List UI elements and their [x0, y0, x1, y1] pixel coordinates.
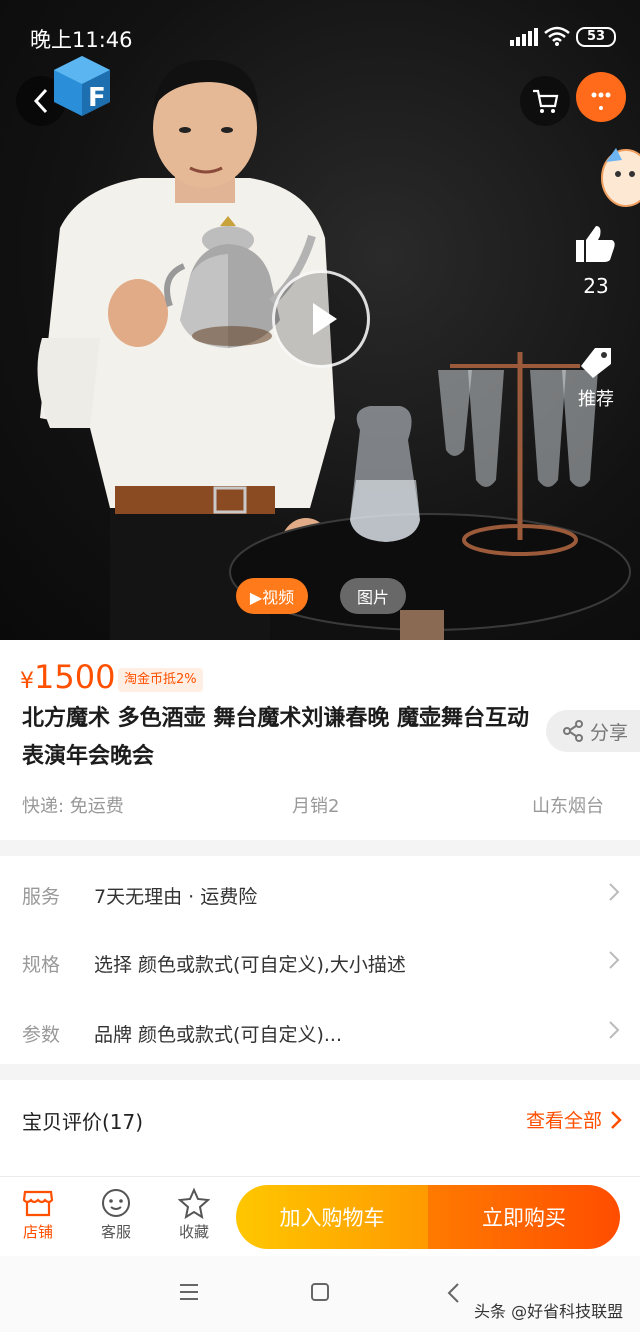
shipping-info: 快递: 免运费	[22, 796, 124, 817]
cart-icon	[533, 89, 559, 113]
thumbs-up-icon	[576, 226, 615, 262]
chevron-right-icon	[609, 883, 620, 901]
price: ¥1500	[20, 658, 115, 696]
row-value: 7天无理由 · 运费险	[94, 886, 258, 908]
price-value: 1500	[34, 658, 116, 696]
more-dots-icon	[591, 92, 611, 110]
star-icon	[178, 1187, 210, 1219]
view-all-label: 查看全部	[525, 1110, 602, 1132]
signal-icon	[510, 28, 538, 46]
favorite-label: 收藏	[178, 1223, 209, 1241]
shop-logo-icon: F	[54, 56, 110, 116]
shop-button[interactable]: 店铺	[8, 1185, 68, 1242]
share-icon	[563, 720, 583, 742]
row-value: 品牌 颜色或款式(可自定义)...	[94, 1024, 342, 1046]
chevron-right-icon	[609, 951, 620, 969]
service-row[interactable]: 服务 7天无理由 · 运费险	[0, 858, 640, 928]
share-button[interactable]: 分享	[546, 710, 640, 752]
row-label: 参数	[22, 1024, 61, 1046]
coin-discount-badge: 淘金币抵2%	[118, 668, 203, 692]
chat-face-icon	[102, 1189, 130, 1217]
svg-text:F: F	[88, 83, 106, 113]
battery-icon: 53	[576, 27, 616, 47]
wifi-icon	[544, 26, 570, 46]
review-title: 宝贝评价(17)	[22, 1110, 144, 1134]
share-label: 分享	[590, 721, 629, 744]
recommend-control[interactable]: 推荐	[566, 346, 626, 411]
monthly-sales: 月销2	[292, 796, 340, 817]
back-triangle-icon[interactable]	[446, 1282, 460, 1304]
product-media[interactable]: 晚上11:46 53 F 23 推荐 ▶视频 图片	[0, 0, 640, 640]
menu-icon[interactable]	[178, 1282, 200, 1302]
tab-video[interactable]: ▶视频	[236, 578, 308, 614]
tag-icon	[581, 348, 611, 378]
view-all-reviews-link[interactable]: 查看全部	[526, 1106, 622, 1133]
review-section: 宝贝评价(17) 查看全部	[0, 1080, 640, 1180]
play-video-button[interactable]	[272, 270, 370, 368]
like-count: 23	[583, 274, 609, 298]
currency-symbol: ¥	[20, 669, 34, 694]
more-button[interactable]	[576, 72, 626, 122]
row-value: 选择 颜色或款式(可自定义),大小描述	[94, 954, 406, 976]
chevron-right-icon	[611, 1110, 622, 1129]
row-label: 服务	[22, 886, 61, 908]
spec-row[interactable]: 规格 选择 颜色或款式(可自定义),大小描述	[0, 926, 640, 996]
like-control[interactable]: 23	[566, 222, 626, 298]
buy-now-button[interactable]: 立即购买	[428, 1185, 620, 1249]
add-to-cart-button[interactable]: 加入购物车	[236, 1185, 428, 1249]
watermark: 头条 @好省科技联盟	[474, 1302, 624, 1321]
shop-label: 店铺	[22, 1223, 53, 1241]
favorite-button[interactable]: 收藏	[164, 1185, 224, 1242]
shop-icon	[22, 1190, 54, 1217]
recommend-label: 推荐	[578, 389, 614, 410]
options-card: 服务 7天无理由 · 运费险 规格 选择 颜色或款式(可自定义),大小描述 参数…	[0, 856, 640, 1064]
params-row[interactable]: 参数 品牌 颜色或款式(可自定义)...	[0, 996, 640, 1066]
mascot-sticker-icon[interactable]	[600, 142, 640, 212]
home-square-icon[interactable]	[310, 1282, 330, 1302]
service-label: 客服	[100, 1223, 131, 1241]
row-label: 规格	[22, 954, 61, 976]
customer-service-button[interactable]: 客服	[86, 1185, 146, 1242]
tab-photo[interactable]: 图片	[340, 578, 406, 614]
bottom-action-bar: 店铺 客服 收藏 加入购物车 立即购买	[0, 1176, 640, 1256]
ship-from-location: 山东烟台	[532, 796, 604, 817]
product-title: 北方魔术 多色酒壶 舞台魔术刘谦春晚 魔壶舞台互动表演年会晚会	[22, 706, 529, 769]
cart-button[interactable]	[520, 76, 570, 126]
play-icon	[313, 303, 337, 335]
chevron-right-icon	[609, 1021, 620, 1039]
